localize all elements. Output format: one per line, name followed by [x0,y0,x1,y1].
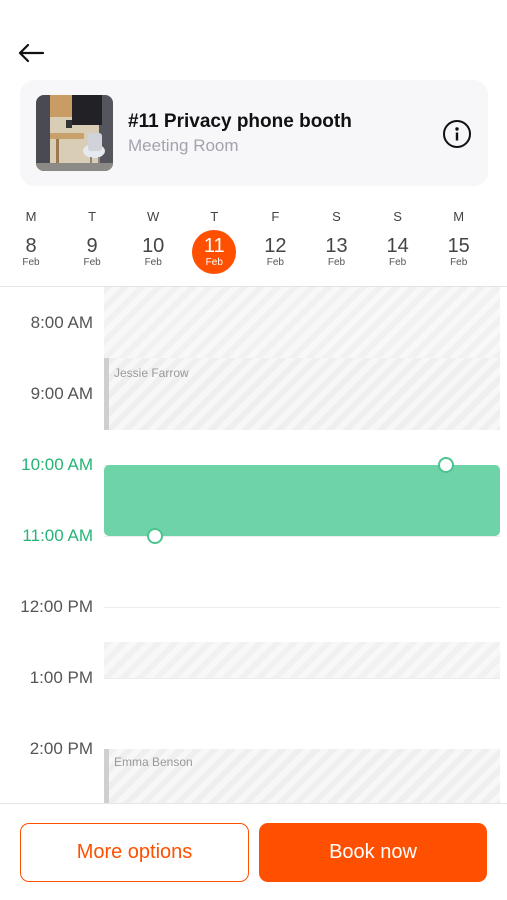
day-of-week: S [393,209,402,224]
day-picker: M 8 Feb T 9 Feb W 10 Feb T 11 Feb F 12 Feb S 13 Feb S 14 Feb… [0,200,507,286]
day-date: 11 Feb [192,230,237,274]
selected-time-range[interactable] [104,465,500,536]
day-number: 10 [142,234,165,257]
day-number: 8 [25,234,37,257]
grid-line [104,607,500,608]
day-item[interactable]: S 14 Feb [373,200,423,274]
day-number: 15 [447,234,470,257]
hour-label-selected-start: 10:00 AM [21,455,93,474]
day-month: Feb [266,256,284,268]
unavailable-slot [104,642,500,678]
hour-label: 2:00 PM [29,739,93,758]
booking-owner: Emma Benson [114,755,193,769]
day-item[interactable]: T 9 Feb [67,200,117,274]
hour-label: 8:00 AM [30,313,93,332]
day-month: Feb [327,256,346,268]
day-number: 9 [86,234,98,257]
day-month: Feb [388,256,407,268]
day-item[interactable]: M 8 Feb [6,200,56,274]
day-item[interactable]: S 13 Feb [312,200,362,274]
day-date: 14 Feb [376,230,420,274]
booking-block: Jessie Farrow [104,358,500,430]
day-item[interactable]: F 12 Feb [250,200,300,274]
day-of-week: T [88,209,97,224]
day-of-week: S [332,209,341,224]
resize-handle-top[interactable] [438,457,454,473]
day-month: Feb [144,256,162,268]
day-date: 8 Feb [9,230,53,274]
room-card: #11 Privacy phone booth Meeting Room [20,80,488,186]
day-month: Feb [22,256,40,268]
day-of-week: T [210,209,219,224]
day-selected[interactable]: T 11 Feb [189,200,239,274]
day-number: 14 [386,234,409,257]
day-number: 12 [264,234,287,257]
day-date: 13 Feb [315,230,359,274]
back-button[interactable] [14,36,48,70]
action-bar: More options Book now [0,803,507,900]
day-date: 15 Feb [437,230,481,274]
day-date: 12 Feb [253,230,297,274]
hour-label-selected-end: 11:00 AM [22,526,93,545]
day-number: 11 [203,234,225,257]
day-of-week: W [147,209,160,224]
day-month: Feb [450,256,468,268]
info-button[interactable] [443,120,471,148]
room-type: Meeting Room [128,136,239,155]
room-title: #11 Privacy phone booth [128,111,352,132]
more-options-button[interactable]: More options [20,823,249,882]
hour-label: 12:00 PM [20,597,93,616]
day-item[interactable]: W 10 Feb [128,200,178,274]
day-month: Feb [83,256,101,268]
grid-line [104,678,500,679]
booking-owner: Jessie Farrow [114,366,189,380]
day-date: 9 Feb [70,230,114,274]
grid-line [104,536,500,537]
hour-label: 9:00 AM [30,384,93,403]
arrow-left-icon [18,43,45,63]
booking-block: Emma Benson [104,749,500,803]
book-now-button[interactable]: Book now [259,823,487,882]
unavailable-slot [104,287,500,358]
day-of-week: M [25,209,37,224]
day-month: Feb [205,256,223,268]
room-thumbnail [36,95,113,171]
hour-label: 1:00 PM [29,668,93,687]
day-of-week: M [453,209,465,224]
resize-handle-bottom[interactable] [147,528,163,544]
day-date: 10 Feb [131,230,175,274]
day-number: 13 [325,234,348,257]
day-of-week: F [271,209,280,224]
day-item[interactable]: M 15 Feb [434,200,484,274]
timeline[interactable]: 8:00 AM 9:00 AM 10:00 AM 11:00 AM 12:00 … [0,287,507,803]
info-circle-icon [455,127,459,141]
